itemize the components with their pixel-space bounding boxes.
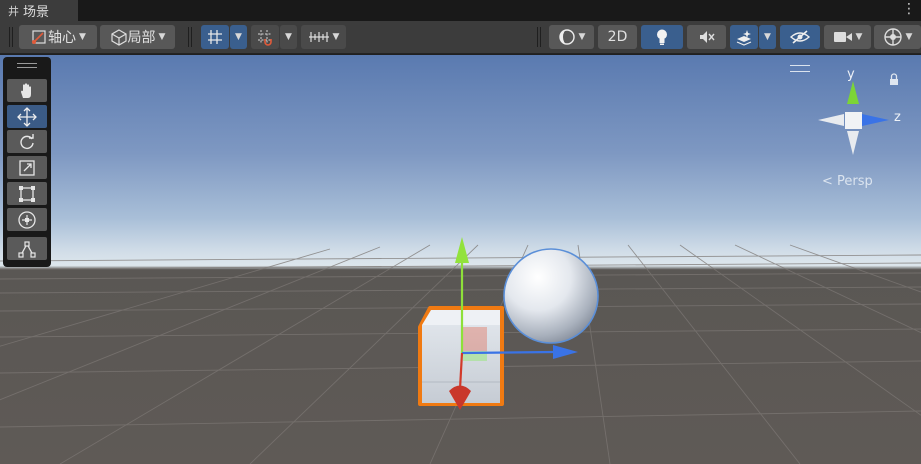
chevron-down-icon: ▼ xyxy=(158,32,166,42)
gizmo-x-cone[interactable] xyxy=(818,114,844,126)
chevron-down-icon: ▼ xyxy=(332,32,340,42)
gizmos-icon xyxy=(883,28,902,46)
lighting-toggle[interactable] xyxy=(641,25,683,49)
scale-icon xyxy=(19,159,35,176)
z-axis-arrow[interactable] xyxy=(553,345,578,359)
tools-drag-handle[interactable] xyxy=(17,63,37,68)
toolbar-grip[interactable] xyxy=(9,27,13,47)
visibility-toggle[interactable] xyxy=(780,25,820,49)
increment-snap-dropdown[interactable]: ▼ xyxy=(280,25,297,49)
overlay-drag-handle[interactable] xyxy=(790,65,810,72)
custom-tool-button[interactable] xyxy=(7,237,47,260)
pivot-label: 轴心 xyxy=(48,30,77,46)
scene-canvas xyxy=(0,73,921,464)
orientation-gizmo[interactable] xyxy=(818,81,889,155)
transform-tool-button[interactable] xyxy=(7,208,47,231)
chevron-down-icon: ▼ xyxy=(764,32,771,42)
gizmo-y-label: y xyxy=(847,67,855,82)
kebab-menu-icon[interactable]: ⋮ xyxy=(902,1,916,17)
mode-2d-button[interactable]: 2D xyxy=(598,25,637,49)
visibility-icon xyxy=(789,30,811,44)
camera-icon xyxy=(833,32,852,42)
ruler-icon xyxy=(308,32,329,42)
transform-icon xyxy=(18,210,36,229)
lighting-icon xyxy=(657,29,667,45)
grid-snap-dropdown[interactable]: ▼ xyxy=(230,25,247,49)
tools-overlay xyxy=(3,57,51,267)
toolbar-grip[interactable] xyxy=(537,27,541,47)
hand-icon xyxy=(21,82,31,98)
hand-tool-button[interactable] xyxy=(7,79,47,102)
chevron-down-icon: ▼ xyxy=(855,32,863,42)
space-label: 局部 xyxy=(127,30,156,46)
chevron-down-icon: ▼ xyxy=(285,32,292,42)
camera-dropdown[interactable]: ▼ xyxy=(824,25,871,49)
increment-snap-icon xyxy=(258,30,272,46)
gizmo-z-label: z xyxy=(894,110,901,125)
gizmo-neg-y-cone[interactable] xyxy=(847,131,859,155)
effects-dropdown[interactable]: ▼ xyxy=(759,25,776,49)
custom-editor-tool-icon xyxy=(18,240,36,258)
chevron-down-icon: ▼ xyxy=(235,32,242,42)
scene-toolbar: 轴心 ▼ 局部 ▼ ▼ ▼ ▼ ▼ 2D ▼ ▼ ▼ xyxy=(0,21,921,54)
projection-toggle[interactable]: < Persp xyxy=(822,174,873,189)
gizmo-center-cube[interactable] xyxy=(845,112,862,129)
grid-snap-icon xyxy=(208,30,222,44)
grid-hash-icon: 井 xyxy=(8,4,19,18)
gizmos-dropdown[interactable]: ▼ xyxy=(874,25,921,49)
sphere-object[interactable] xyxy=(503,248,599,344)
tab-scene[interactable]: 井 场景 xyxy=(0,0,78,21)
rect-tool-button[interactable] xyxy=(7,182,47,205)
gizmo-y-cone[interactable] xyxy=(847,81,859,104)
shading-mode-icon xyxy=(558,29,575,45)
pivot-dropdown[interactable]: 轴心 ▼ xyxy=(19,25,97,49)
audio-toggle[interactable] xyxy=(687,25,726,49)
scale-tool-button[interactable] xyxy=(7,156,47,179)
lock-icon[interactable] xyxy=(890,73,898,85)
audio-mute-icon xyxy=(699,31,715,43)
rotate-icon xyxy=(20,133,34,149)
tab-scene-label: 场景 xyxy=(23,5,50,20)
y-axis-arrow[interactable] xyxy=(455,237,469,263)
grid-snap-button[interactable] xyxy=(201,25,229,49)
move-icon xyxy=(17,106,37,127)
effects-icon xyxy=(736,30,752,46)
chevron-down-icon: ▼ xyxy=(578,32,586,42)
increment-snap-button[interactable] xyxy=(251,25,279,49)
scene-viewport[interactable]: y z xyxy=(0,55,921,464)
effects-button[interactable] xyxy=(730,25,758,49)
rect-transform-icon xyxy=(19,185,35,202)
rotate-tool-button[interactable] xyxy=(7,130,47,153)
gizmo-z-cone[interactable] xyxy=(862,114,889,126)
toolbar-grip[interactable] xyxy=(188,27,192,47)
shading-mode-dropdown[interactable]: ▼ xyxy=(549,25,594,49)
mode-2d-label: 2D xyxy=(607,29,628,45)
chevron-down-icon: ▼ xyxy=(79,32,86,42)
move-tool-button[interactable] xyxy=(7,105,47,128)
ruler-dropdown[interactable]: ▼ xyxy=(301,25,346,49)
z-axis-handle[interactable] xyxy=(461,350,555,355)
chevron-down-icon: ▼ xyxy=(905,32,913,42)
space-dropdown[interactable]: 局部 ▼ xyxy=(100,25,175,49)
xy-plane-handle[interactable] xyxy=(463,327,487,351)
local-cube-icon xyxy=(110,29,127,46)
pivot-icon xyxy=(32,30,46,44)
window-tab-bar: 井 场景 ⋮ xyxy=(0,0,921,21)
